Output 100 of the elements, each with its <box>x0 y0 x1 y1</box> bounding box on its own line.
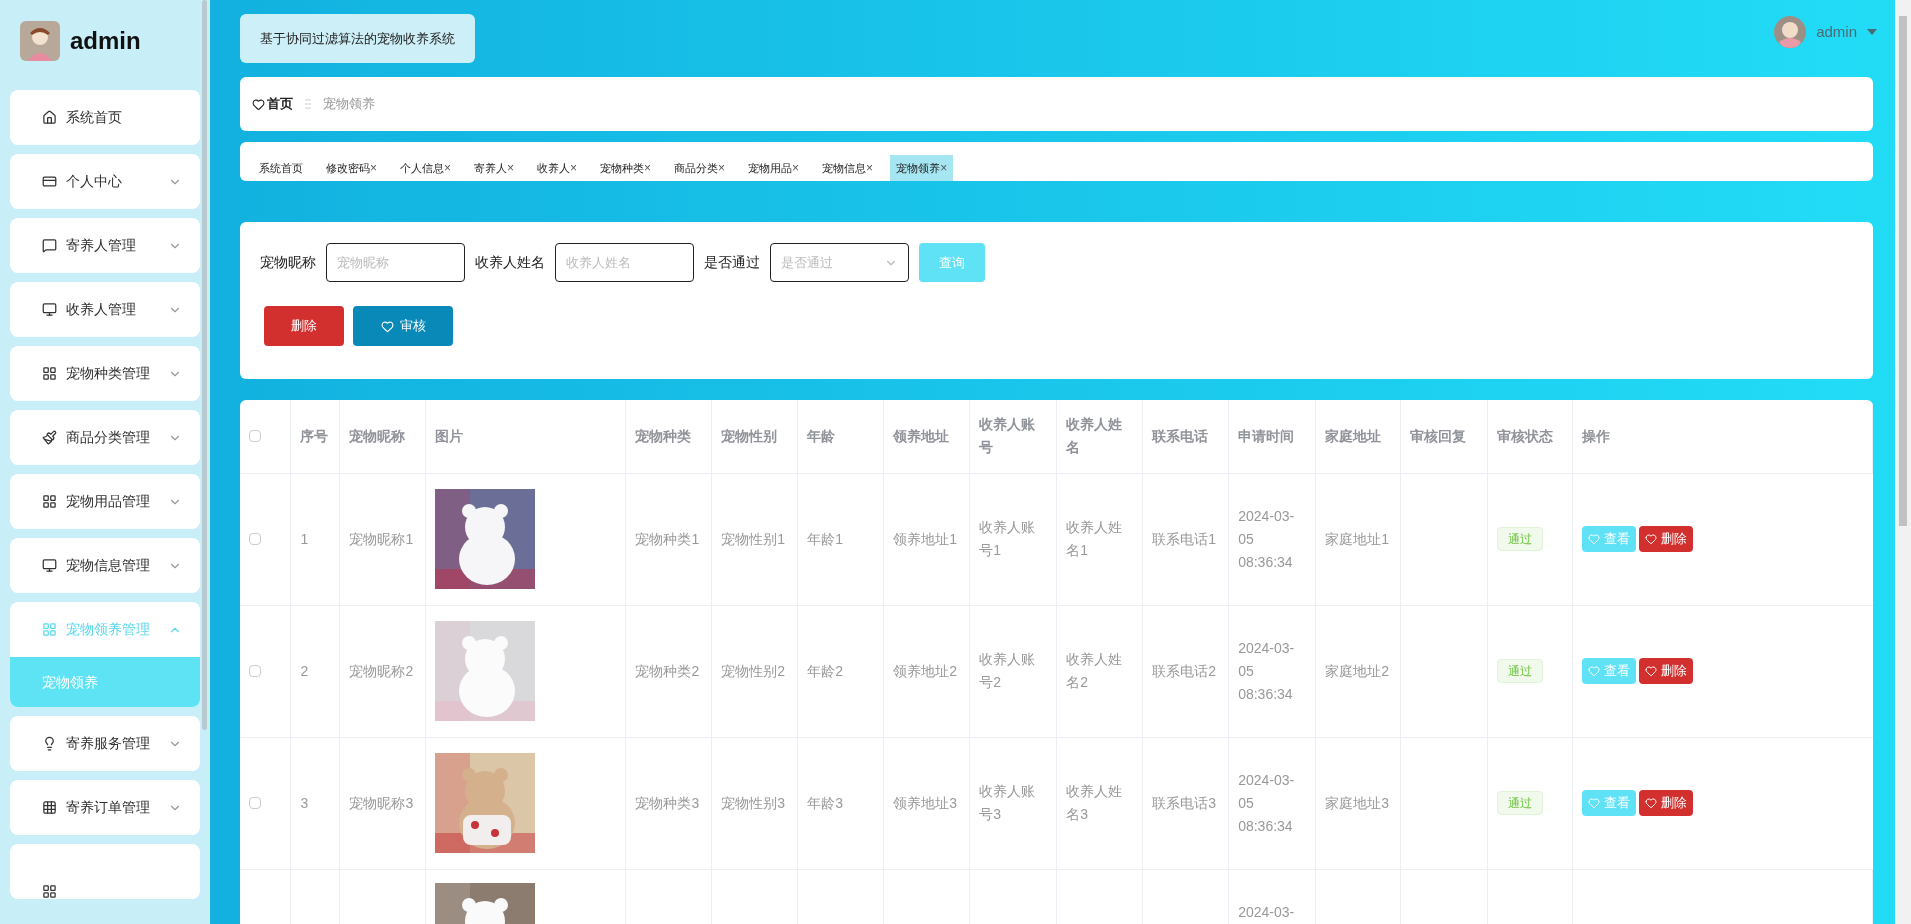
table-cell: 宠物昵称2 <box>349 662 414 679</box>
sidebar-item-label: 寄养订单管理 <box>66 798 150 817</box>
table-cell: 2024-03- <box>1238 903 1295 920</box>
monitor-icon <box>42 558 57 573</box>
sidebar-item[interactable]: 收养人管理 <box>10 282 200 337</box>
table-cell: 宠物性别2 <box>721 662 786 679</box>
close-icon[interactable]: × <box>940 159 948 177</box>
sidebar-item[interactable]: 寄养服务管理 <box>10 716 200 771</box>
checkbox[interactable] <box>249 665 261 677</box>
table-cell: 领养地址2 <box>893 662 958 679</box>
close-icon[interactable]: × <box>370 159 377 177</box>
breadcrumb-link[interactable]: 首页 <box>267 94 293 114</box>
heart-icon <box>1588 665 1601 677</box>
column-header: 收养人账号 <box>979 416 1036 456</box>
sidebar-item-label: 系统首页 <box>66 108 122 127</box>
checkbox[interactable] <box>249 533 261 545</box>
sidebar-item[interactable]: 宠物用品管理 <box>10 474 200 529</box>
home-icon <box>42 110 57 125</box>
table-cell: 联系电话3 <box>1152 794 1216 811</box>
close-icon[interactable]: × <box>792 159 800 177</box>
brush-icon <box>42 430 57 445</box>
breadcrumb-current: 宠物领养 <box>323 95 375 114</box>
column-header: 家庭地址 <box>1325 427 1382 444</box>
close-icon[interactable]: × <box>866 159 874 177</box>
column-header: 收养人姓名 <box>1066 416 1123 456</box>
sidebar-item-label: 宠物用品管理 <box>66 492 150 511</box>
table-cell: 收养人姓名2 <box>1066 651 1123 690</box>
sidebar-item-label: 宠物领养管理 <box>66 620 150 639</box>
table-cell: 年龄2 <box>807 662 844 679</box>
table-cell: 宠物性别3 <box>721 794 786 811</box>
close-icon[interactable]: × <box>444 159 452 177</box>
delete-button[interactable]: 删除 <box>1639 658 1694 684</box>
table-cell: 联系电话2 <box>1152 662 1216 679</box>
sidebar-item[interactable]: 商品分类管理 <box>10 410 200 465</box>
sidebar-item[interactable]: 个人中心 <box>10 154 200 209</box>
column-header: 联系电话 <box>1152 427 1209 444</box>
grid-icon <box>42 366 57 381</box>
close-icon[interactable]: × <box>507 159 515 177</box>
grid-icon <box>42 884 57 899</box>
column-header: 图片 <box>435 427 464 444</box>
heart-icon <box>1588 533 1601 545</box>
system-title: 基于协同过滤算法的宠物收养系统 <box>240 14 475 63</box>
close-icon[interactable]: × <box>644 159 652 177</box>
table-cell: 年龄3 <box>807 794 844 811</box>
tab[interactable]: 宠物领养× <box>890 155 954 181</box>
sidebar-item[interactable]: 宠物信息管理 <box>10 538 200 593</box>
grid-icon <box>42 800 57 815</box>
table-cell: 1 <box>300 530 309 547</box>
sidebar-item[interactable]: 寄养人管理 <box>10 218 200 273</box>
sidebar-item[interactable] <box>10 844 200 899</box>
checkbox[interactable] <box>249 797 261 809</box>
heart-icon <box>1588 797 1601 809</box>
status-tag: 通过 <box>1497 659 1544 683</box>
sidebar-item[interactable]: 寄养订单管理 <box>10 780 200 835</box>
table-cell: 家庭地址2 <box>1325 662 1389 679</box>
heart-icon <box>1645 665 1658 677</box>
table-cell: 2024-03-05 08:36:34 <box>1238 639 1295 702</box>
heart-icon <box>1645 797 1658 809</box>
grid-icon <box>42 494 57 509</box>
table-cell: 收养人姓名3 <box>1066 783 1123 822</box>
heart-icon <box>380 319 394 333</box>
delete-button[interactable]: 删除 <box>1639 526 1694 552</box>
field-label: 宠物昵称 <box>260 253 316 272</box>
column-header: 审核回复 <box>1410 427 1467 444</box>
delete-button[interactable]: 删除 <box>264 306 344 346</box>
heart-icon <box>252 97 265 111</box>
table-cell: 收养人账号2 <box>979 651 1036 690</box>
table-cell: 宠物种类2 <box>635 662 700 679</box>
input-field[interactable]: 宠物昵称 <box>326 243 465 282</box>
table-cell: 领养地址3 <box>893 794 958 811</box>
user-avatar <box>1774 16 1807 48</box>
close-icon[interactable]: × <box>718 159 726 177</box>
table-cell: 宠物种类1 <box>635 530 700 547</box>
sidebar-item-label: 寄养服务管理 <box>66 734 150 753</box>
column-header: 宠物昵称 <box>349 427 406 444</box>
table-cell: 3 <box>300 794 309 811</box>
monitor-icon <box>42 302 57 317</box>
sidebar-username: admin <box>70 26 141 56</box>
delete-button[interactable]: 删除 <box>1639 790 1694 816</box>
heart-icon <box>1645 533 1658 545</box>
close-icon[interactable]: × <box>570 159 578 177</box>
table-cell: 宠物昵称3 <box>349 794 414 811</box>
sidebar-item-label: 宠物种类管理 <box>66 364 150 383</box>
sidebar-item[interactable]: 宠物种类管理 <box>10 346 200 401</box>
sidebar-item-label: 个人中心 <box>66 172 122 191</box>
scrollbar[interactable] <box>1899 16 1907 526</box>
input-field[interactable]: 收养人姓名 <box>555 243 694 282</box>
table-cell: 收养人账号3 <box>979 783 1036 822</box>
table-cell: 2 <box>300 662 309 679</box>
column-header: 宠物性别 <box>721 427 778 444</box>
column-header: 申请时间 <box>1238 427 1295 444</box>
sidebar-item[interactable]: 系统首页 <box>10 90 200 145</box>
status-tag: 通过 <box>1497 791 1544 815</box>
table-cell: 宠物种类3 <box>635 794 700 811</box>
sidebar-item-label: 寄养人管理 <box>66 236 136 255</box>
checkbox[interactable] <box>249 430 261 443</box>
review-button[interactable]: 审核 <box>353 306 453 346</box>
scrollbar[interactable] <box>202 0 207 730</box>
column-header: 领养地址 <box>893 427 950 444</box>
column-header: 年龄 <box>807 427 836 444</box>
